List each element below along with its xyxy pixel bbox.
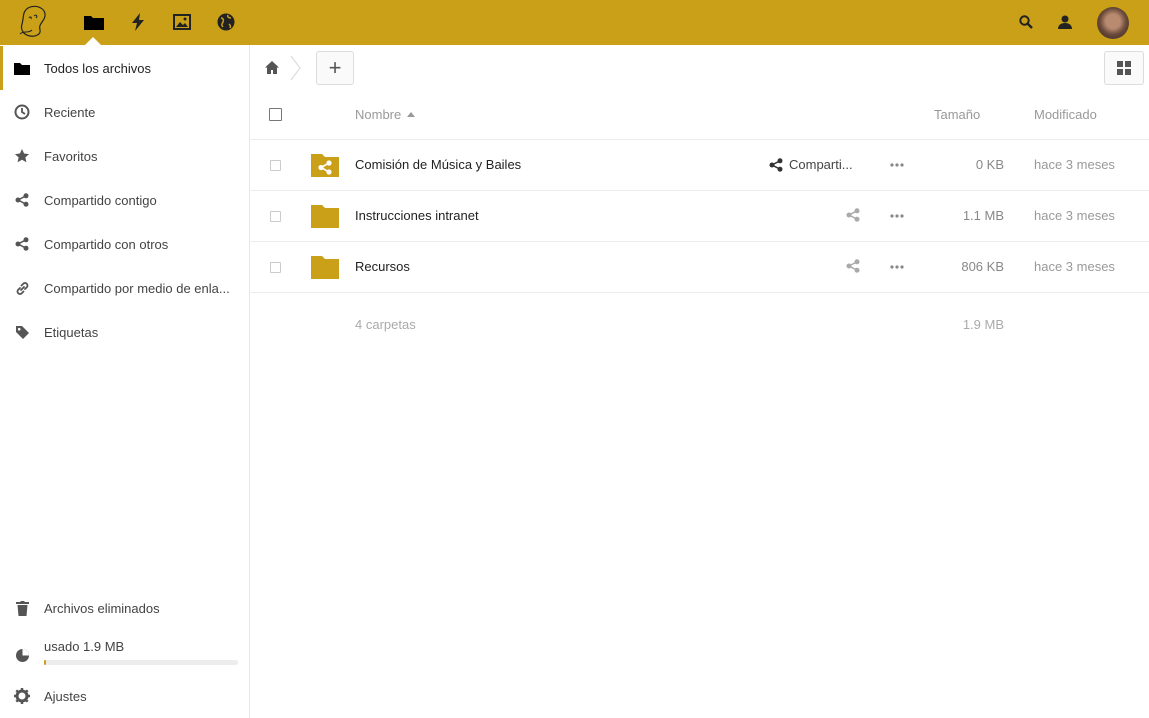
new-file-button[interactable]: +	[316, 51, 354, 85]
logo-icon[interactable]	[14, 4, 58, 40]
share-icon	[14, 236, 30, 252]
sidebar-item-shared-with-you[interactable]: Compartido contigo	[0, 178, 249, 222]
file-modified: hace 3 meses	[1034, 157, 1115, 172]
quota-label: usado 1.9 MB	[44, 639, 125, 654]
file-modified: hace 3 meses	[1034, 208, 1115, 223]
share-button[interactable]	[846, 259, 860, 273]
activity-app-icon[interactable]	[126, 10, 150, 34]
table-row[interactable]: Recursos 806 KB hace 3 meses	[250, 242, 1149, 293]
select-all-checkbox[interactable]	[269, 108, 282, 121]
share-icon	[769, 157, 783, 172]
file-name[interactable]: Instrucciones intranet	[355, 208, 479, 223]
more-options-icon[interactable]	[889, 259, 905, 275]
sidebar-item-label: Reciente	[44, 104, 96, 120]
file-size: 1.1 MB	[962, 208, 1004, 223]
sidebar-item-label: Todos los archivos	[44, 60, 151, 76]
settings-label: Ajustes	[44, 688, 87, 704]
gallery-app-icon[interactable]	[170, 10, 194, 34]
column-header-modified[interactable]: Modificado	[1034, 107, 1097, 122]
more-options-icon[interactable]	[889, 157, 905, 173]
sidebar-item-label: Compartido con otros	[44, 236, 169, 252]
share-button[interactable]: Comparti...	[769, 157, 853, 172]
sidebar-item-shared-with-others[interactable]: Compartido con otros	[0, 222, 249, 266]
column-header-size[interactable]: Tamaño	[934, 107, 980, 122]
home-icon[interactable]	[262, 57, 282, 77]
column-header-name[interactable]: Nombre	[355, 107, 416, 122]
grid-view-toggle-icon[interactable]	[1104, 51, 1144, 85]
file-table: Nombre Tamaño Modificado Comisión de Mús…	[250, 91, 1149, 353]
file-modified: hace 3 meses	[1034, 259, 1115, 274]
sidebar-item-label: Favoritos	[44, 148, 98, 164]
sidebar-item-all-files[interactable]: Todos los archivos	[0, 46, 249, 90]
sidebar-item-label: Compartido contigo	[44, 192, 157, 208]
share-icon	[846, 208, 860, 222]
controls-bar: +	[250, 45, 1149, 91]
table-row[interactable]: Comisión de Música y Bailes Comparti... …	[250, 140, 1149, 191]
breadcrumb-separator	[290, 55, 301, 81]
file-size: 806 KB	[961, 259, 1004, 274]
avatar[interactable]	[1097, 7, 1129, 39]
sidebar-item-label: Compartido por medio de enla...	[44, 280, 230, 296]
quota-pie-icon	[14, 647, 30, 663]
share-button[interactable]	[846, 208, 860, 222]
trash-icon	[14, 600, 30, 616]
share-icon	[846, 259, 860, 273]
table-header: Nombre Tamaño Modificado	[250, 91, 1149, 140]
sidebar-item-label: Archivos eliminados	[44, 600, 160, 616]
files-app-icon[interactable]	[82, 10, 106, 34]
sidebar-item-favorites[interactable]: Favoritos	[0, 134, 249, 178]
search-icon[interactable]	[1014, 10, 1038, 34]
quota-bar-fill	[44, 660, 46, 665]
summary-size: 1.9 MB	[962, 317, 1004, 332]
active-app-indicator	[85, 37, 101, 45]
quota-indicator[interactable]: usado 1.9 MB	[0, 629, 249, 673]
gear-icon	[14, 688, 30, 704]
shared-folder-icon	[311, 154, 339, 177]
folder-icon	[311, 256, 339, 279]
sort-ascending-icon	[407, 112, 416, 117]
sidebar: Todos los archivos Reciente Favoritos Co…	[0, 45, 250, 718]
contacts-icon[interactable]	[1053, 10, 1077, 34]
table-summary: 4 carpetas 1.9 MB	[250, 293, 1149, 353]
star-icon	[14, 148, 30, 164]
share-label: Comparti...	[789, 157, 853, 172]
top-bar	[0, 0, 1149, 45]
share-icon	[14, 192, 30, 208]
row-checkbox[interactable]	[270, 211, 281, 222]
folder-icon	[14, 60, 30, 76]
row-checkbox[interactable]	[270, 262, 281, 273]
quota-bar	[44, 660, 238, 665]
link-icon	[14, 280, 30, 296]
sidebar-item-deleted-files[interactable]: Archivos eliminados	[0, 586, 249, 630]
sidebar-item-shared-by-link[interactable]: Compartido por medio de enla...	[0, 266, 249, 310]
row-checkbox[interactable]	[270, 160, 281, 171]
globe-app-icon[interactable]	[214, 10, 238, 34]
summary-count: 4 carpetas	[355, 317, 416, 332]
table-row[interactable]: Instrucciones intranet 1.1 MB hace 3 mes…	[250, 191, 1149, 242]
sidebar-item-tags[interactable]: Etiquetas	[0, 310, 249, 354]
tag-icon	[14, 324, 30, 340]
sidebar-item-recent[interactable]: Reciente	[0, 90, 249, 134]
folder-icon	[311, 205, 339, 228]
file-size: 0 KB	[975, 157, 1004, 172]
file-name[interactable]: Comisión de Música y Bailes	[355, 157, 521, 172]
more-options-icon[interactable]	[889, 208, 905, 224]
sidebar-item-label: Etiquetas	[44, 324, 99, 340]
clock-icon	[14, 104, 30, 120]
column-header-name-label: Nombre	[355, 107, 402, 122]
settings-button[interactable]: Ajustes	[0, 674, 249, 718]
file-name[interactable]: Recursos	[355, 259, 410, 274]
